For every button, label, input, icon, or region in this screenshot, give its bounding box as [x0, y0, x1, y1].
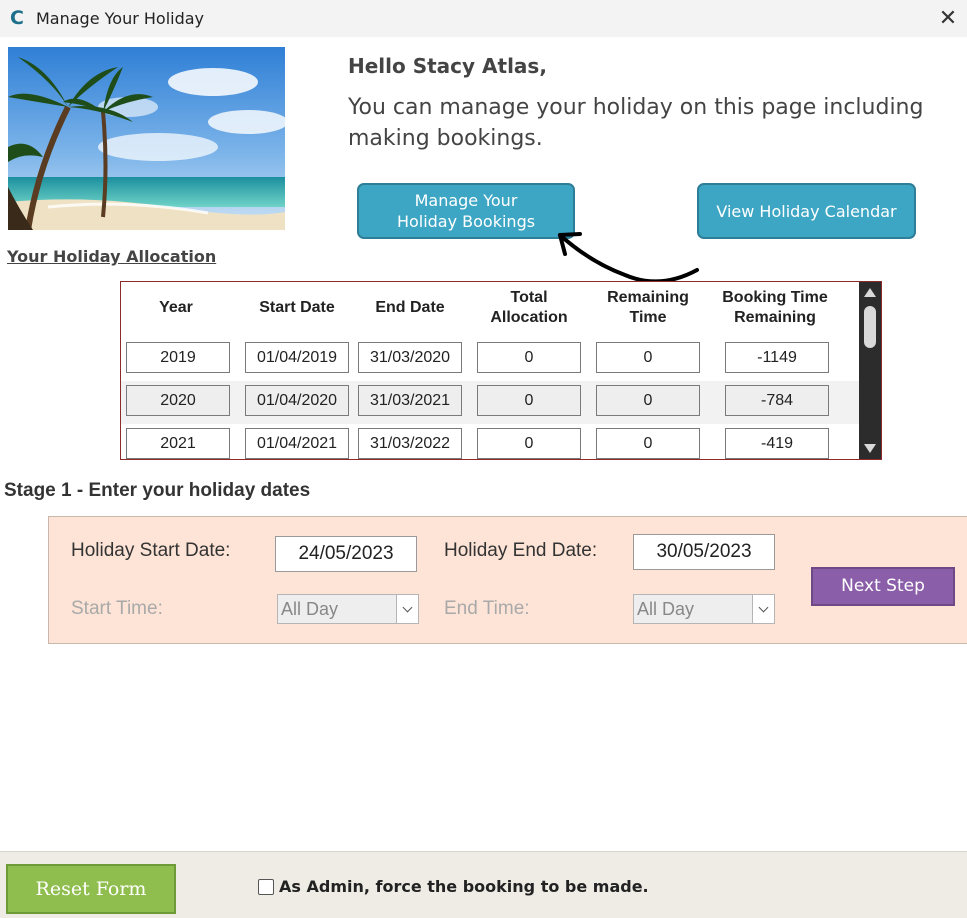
greeting-heading: Hello Stacy Atlas, [348, 54, 547, 78]
column-header: Booking Time Remaining [722, 289, 828, 326]
close-button[interactable]: ✕ [935, 4, 961, 32]
chevron-down-icon[interactable] [752, 595, 774, 623]
scroll-thumb[interactable] [864, 306, 876, 348]
table-row: 2021 01/04/2021 31/03/2022 0 0 -419 [121, 424, 861, 459]
stage-1-heading: Stage 1 - Enter your holiday dates [4, 480, 311, 501]
end-time-label: End Time: [444, 598, 530, 619]
scroll-up-icon[interactable] [864, 288, 876, 297]
end-date-cell: 31/03/2022 [358, 428, 462, 459]
reset-form-button[interactable]: Reset Form [6, 864, 176, 914]
end-date-field[interactable]: 30/05/2023 [633, 534, 775, 570]
allocation-table: Year Start Date End Date Total Allocatio… [120, 281, 882, 460]
start-time-label: Start Time: [71, 598, 163, 619]
start-time-value: All Day [281, 599, 339, 619]
total-allocation-cell: 0 [477, 342, 581, 373]
app-logo-icon: C [10, 7, 24, 29]
start-date-field[interactable]: 24/05/2023 [275, 536, 417, 572]
start-date-cell: 01/04/2020 [245, 385, 349, 416]
column-header: Start Date [259, 299, 335, 316]
admin-force-label[interactable]: As Admin, force the booking to be made. [279, 877, 649, 896]
total-allocation-cell: 0 [477, 428, 581, 459]
holiday-allocation-link[interactable]: Your Holiday Allocation [7, 247, 216, 266]
end-time-value: All Day [637, 599, 695, 619]
year-cell: 2020 [126, 385, 230, 416]
view-calendar-button[interactable]: View Holiday Calendar [697, 183, 916, 239]
end-time-select[interactable]: All Day [633, 594, 775, 624]
admin-force-checkbox[interactable] [258, 879, 274, 895]
column-header: Year [159, 299, 193, 316]
footer-bar: Reset Form As Admin, force the booking t… [0, 851, 967, 918]
year-cell: 2021 [126, 428, 230, 459]
year-cell: 2019 [126, 342, 230, 373]
start-date-label: Holiday Start Date: [71, 540, 231, 561]
manage-bookings-button[interactable]: Manage Your Holiday Bookings [357, 183, 575, 239]
column-header: End Date [375, 299, 445, 316]
table-row: 2020 01/04/2020 31/03/2021 0 0 -784 [121, 381, 861, 424]
arrow-icon [558, 232, 699, 284]
table-scrollbar[interactable] [859, 282, 881, 459]
booking-remaining-cell: -419 [725, 428, 829, 459]
booking-remaining-cell: -1149 [725, 342, 829, 373]
remaining-time-cell: 0 [596, 385, 700, 416]
end-date-cell: 31/03/2020 [358, 342, 462, 373]
remaining-time-cell: 0 [596, 428, 700, 459]
start-date-cell: 01/04/2021 [245, 428, 349, 459]
column-header: Total Allocation [490, 289, 568, 326]
end-date-cell: 31/03/2021 [358, 385, 462, 416]
intro-text: You can manage your holiday on this page… [348, 95, 924, 151]
end-date-label: Holiday End Date: [444, 540, 598, 561]
scroll-down-icon[interactable] [864, 444, 876, 453]
title-bar: C Manage Your Holiday ✕ [0, 0, 967, 37]
booking-remaining-cell: -784 [725, 385, 829, 416]
table-row: 2019 01/04/2019 31/03/2020 0 0 -1149 [121, 338, 861, 381]
remaining-time-cell: 0 [596, 342, 700, 373]
total-allocation-cell: 0 [477, 385, 581, 416]
window-title: Manage Your Holiday [36, 9, 205, 28]
chevron-down-icon[interactable] [396, 595, 418, 623]
start-date-cell: 01/04/2019 [245, 342, 349, 373]
start-time-select[interactable]: All Day [277, 594, 419, 624]
column-header: Remaining Time [607, 289, 689, 326]
next-step-button[interactable]: Next Step [811, 567, 955, 606]
stage-1-panel: Holiday Start Date: 24/05/2023 Holiday E… [48, 516, 967, 644]
beach-image [8, 47, 285, 230]
